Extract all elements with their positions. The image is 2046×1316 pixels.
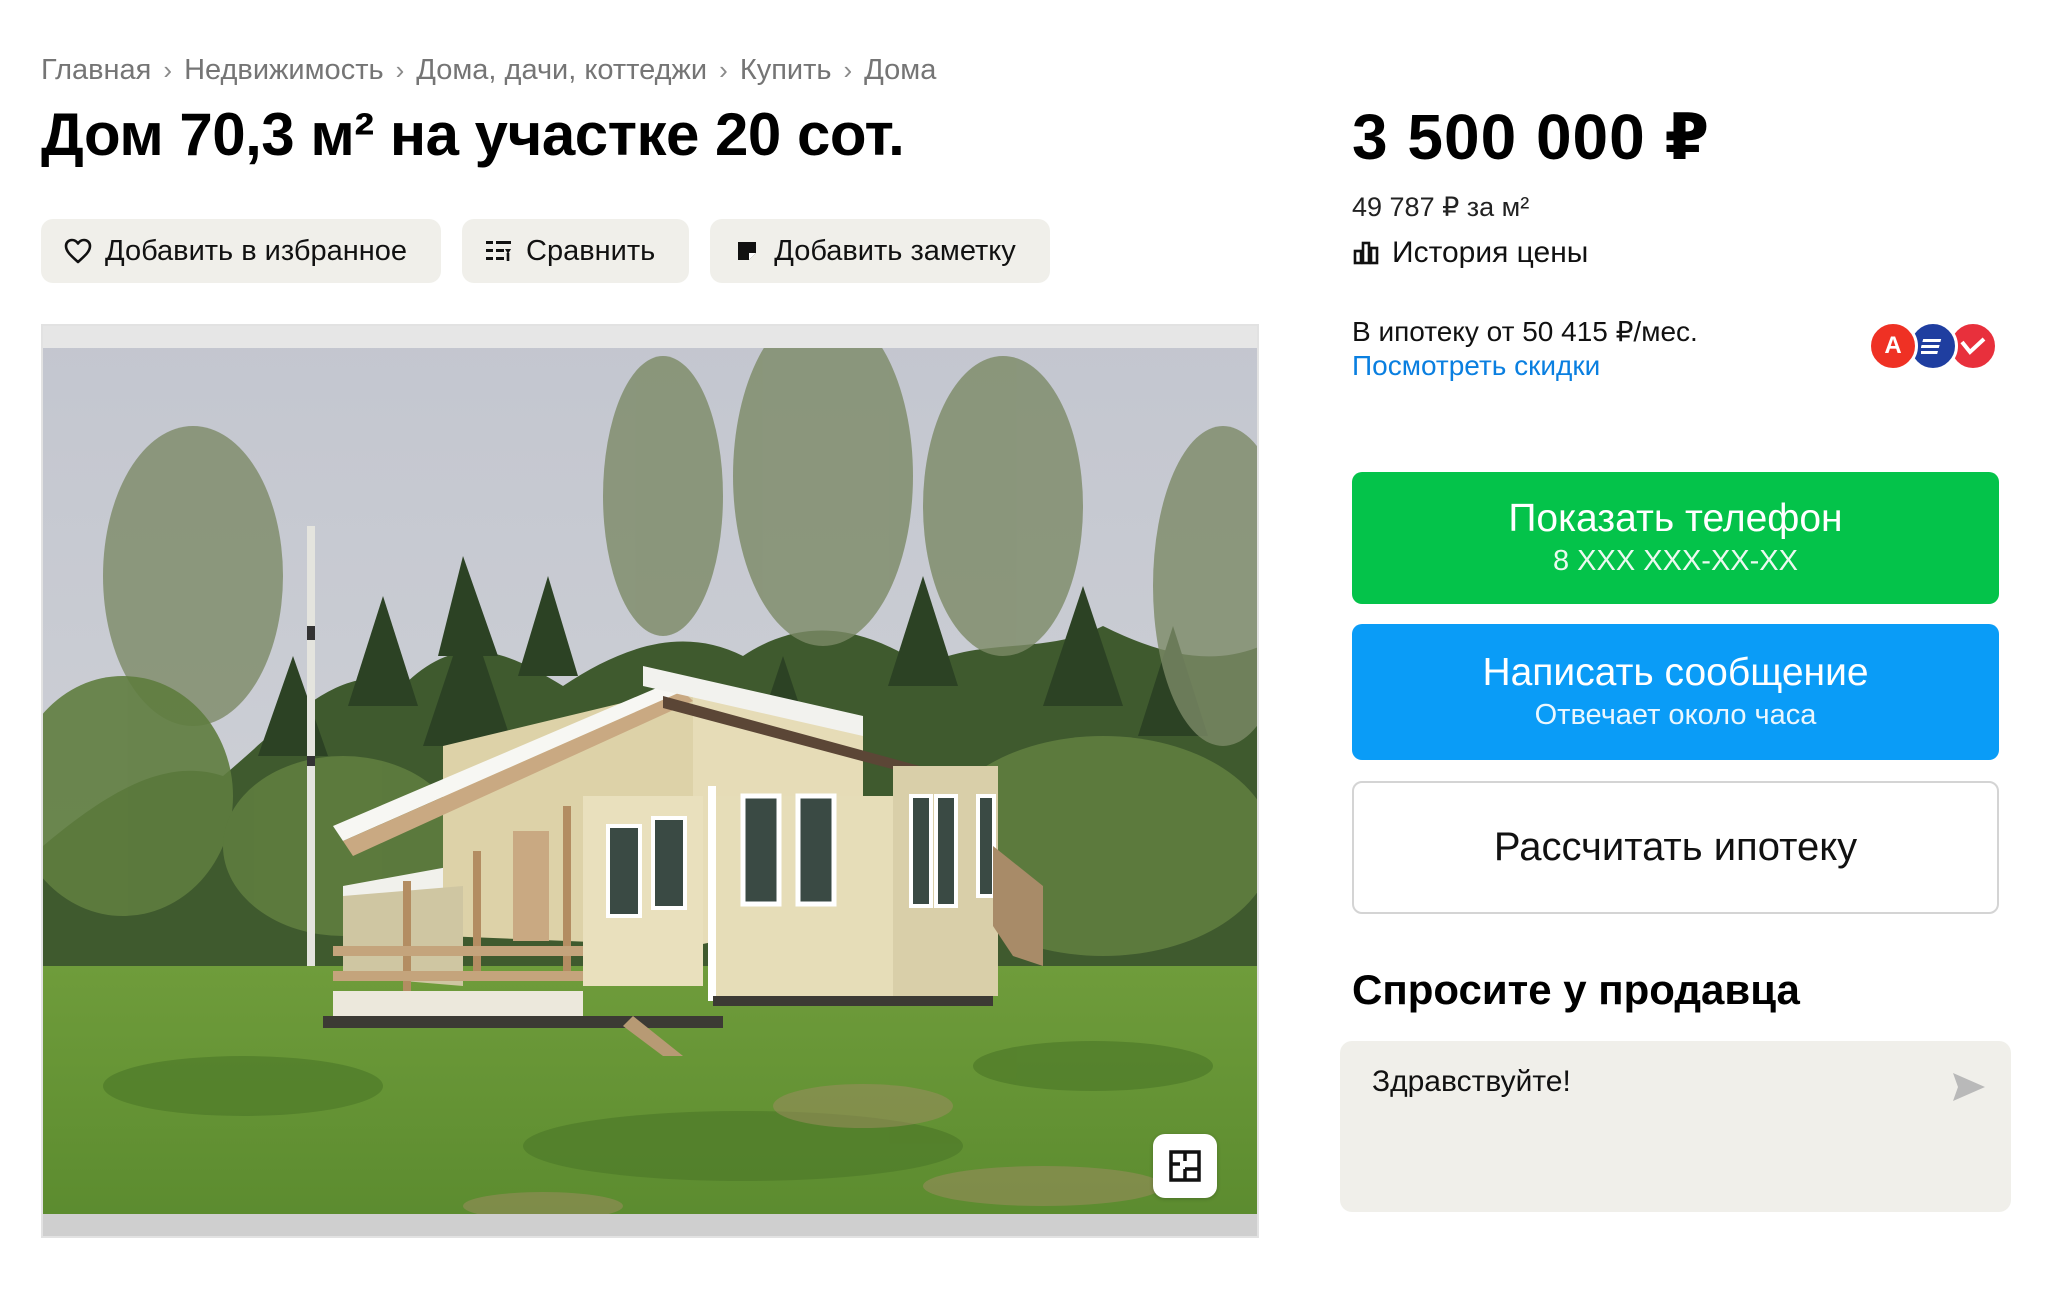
floor-plan-icon: [1168, 1149, 1202, 1183]
breadcrumb-link-houses-dachas[interactable]: Дома, дачи, коттеджи: [416, 54, 707, 87]
action-bar: Добавить в избранное Сравнить Добавить з…: [41, 219, 1050, 283]
show-phone-button[interactable]: Показать телефон 8 XXX XXX-XX-XX: [1352, 472, 1999, 604]
price-history-label: История цены: [1392, 236, 1589, 269]
add-to-favorites-button[interactable]: Добавить в избранное: [41, 219, 442, 283]
compare-button[interactable]: Сравнить: [462, 219, 690, 283]
ask-seller-heading: Спросите у продавца: [1352, 966, 1800, 1013]
ask-seller-box: [1340, 1041, 2011, 1212]
bar-chart-icon: [1352, 238, 1382, 268]
breadcrumb-separator-icon: ›: [395, 55, 405, 85]
breadcrumb-link-realty[interactable]: Недвижимость: [184, 54, 384, 87]
price-per-square-meter: 49 787 ₽ за м²: [1352, 192, 1530, 222]
response-time-text: Отвечает около часа: [1534, 698, 1817, 731]
page-title: Дом 70,3 м² на участке 20 сот.: [41, 101, 905, 168]
compare-label: Сравнить: [526, 234, 656, 267]
breadcrumb-link-home[interactable]: Главная: [41, 54, 151, 87]
view-discounts-link[interactable]: Посмотреть скидки: [1352, 350, 1600, 382]
ask-seller-input[interactable]: [1372, 1065, 1932, 1099]
alfa-bank-letter: А: [1884, 332, 1902, 359]
breadcrumb-link-houses[interactable]: Дома: [864, 54, 936, 87]
breadcrumb-separator-icon: ›: [163, 55, 173, 85]
breadcrumb-separator-icon: ›: [843, 55, 853, 85]
compare-icon: [484, 236, 514, 266]
write-message-button[interactable]: Написать сообщение Отвечает около часа: [1352, 624, 1999, 760]
price-total: 3 500 000 ₽: [1352, 101, 1711, 173]
heart-icon: [63, 236, 93, 266]
breadcrumb-separator-icon: ›: [719, 55, 728, 85]
calculate-mortgage-button[interactable]: Рассчитать ипотеку: [1352, 781, 1999, 914]
send-icon[interactable]: [1951, 1071, 1987, 1103]
show-phone-label: Показать телефон: [1508, 497, 1843, 541]
breadcrumb-link-buy[interactable]: Купить: [740, 54, 832, 87]
note-icon: [732, 236, 762, 266]
write-message-label: Написать сообщение: [1482, 651, 1869, 695]
bank-logos: А: [1868, 321, 2000, 371]
listing-photo[interactable]: [41, 324, 1259, 1238]
mortgage-monthly-text: В ипотеку от 50 415 ₽/мес.: [1352, 316, 1698, 347]
add-note-label: Добавить заметку: [774, 234, 1016, 267]
photo-top-edge: [43, 326, 1257, 348]
breadcrumb: Главная › Недвижимость › Дома, дачи, кот…: [41, 54, 936, 87]
photo-bottom-edge: [43, 1214, 1257, 1236]
price-history-link[interactable]: История цены: [1352, 236, 1588, 270]
masked-phone-number: 8 XXX XXX-XX-XX: [1553, 544, 1798, 577]
alfa-bank-icon: А: [1868, 321, 1918, 371]
add-note-button[interactable]: Добавить заметку: [710, 219, 1050, 283]
house-photo-image: [43, 326, 1257, 1236]
add-to-favorites-label: Добавить в избранное: [105, 234, 408, 267]
floor-plan-button[interactable]: [1153, 1134, 1217, 1198]
